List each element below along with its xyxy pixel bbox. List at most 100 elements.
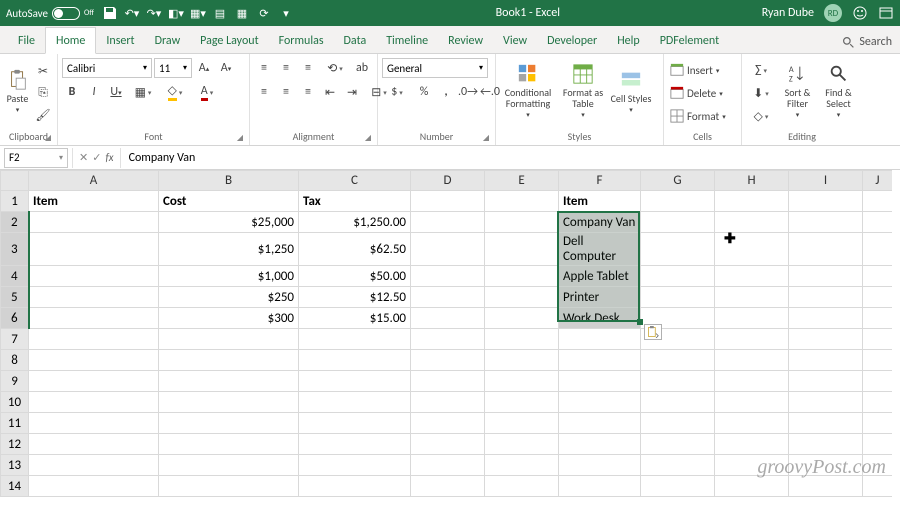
cell-J6[interactable] xyxy=(863,308,893,329)
cell-G3[interactable] xyxy=(641,233,715,266)
cell-B6[interactable]: $300 xyxy=(159,308,299,329)
cell-J9[interactable] xyxy=(863,371,893,392)
cell-I2[interactable] xyxy=(789,212,863,233)
user-avatar[interactable]: RD xyxy=(824,4,842,22)
font-size-select[interactable]: 11▾ xyxy=(154,58,192,78)
cell-F2[interactable]: Company Van xyxy=(559,212,641,233)
row-header-13[interactable]: 13 xyxy=(1,455,29,476)
tab-home[interactable]: Home xyxy=(45,27,96,54)
cell-H1[interactable] xyxy=(715,191,789,212)
cell-B7[interactable] xyxy=(159,329,299,350)
cell-C11[interactable] xyxy=(299,413,411,434)
cell-A6[interactable] xyxy=(29,308,159,329)
font-name-select[interactable]: Calibri▾ xyxy=(62,58,152,78)
tab-page-layout[interactable]: Page Layout xyxy=(190,28,268,53)
tab-review[interactable]: Review xyxy=(438,28,493,53)
alignment-launcher[interactable]: ◢ xyxy=(365,133,371,143)
cell-E11[interactable] xyxy=(485,413,559,434)
qat-icon-4[interactable]: ▦ xyxy=(234,5,250,21)
cell-J11[interactable] xyxy=(863,413,893,434)
qat-icon-1[interactable]: ◧▾ xyxy=(168,5,184,21)
cell-B11[interactable] xyxy=(159,413,299,434)
format-painter-icon[interactable]: 🖌 xyxy=(33,105,53,125)
cell-D4[interactable] xyxy=(411,266,485,287)
tab-formulas[interactable]: Formulas xyxy=(269,28,334,53)
fill-color-button[interactable]: ◇ xyxy=(160,82,190,102)
cell-E9[interactable] xyxy=(485,371,559,392)
cell-A11[interactable] xyxy=(29,413,159,434)
cell-A13[interactable] xyxy=(29,455,159,476)
cell-F8[interactable] xyxy=(559,350,641,371)
delete-cells-button[interactable]: Delete▾ xyxy=(668,83,728,103)
cell-I8[interactable] xyxy=(789,350,863,371)
row-header-11[interactable]: 11 xyxy=(1,413,29,434)
row-header-3[interactable]: 3 xyxy=(1,233,29,266)
cell-C10[interactable] xyxy=(299,392,411,413)
cell-D12[interactable] xyxy=(411,434,485,455)
cell-B3[interactable]: $1,250 xyxy=(159,233,299,266)
increase-decimal-icon[interactable]: .0→ xyxy=(458,82,478,102)
row-header-4[interactable]: 4 xyxy=(1,266,29,287)
cell-D9[interactable] xyxy=(411,371,485,392)
col-header-B[interactable]: B xyxy=(159,171,299,191)
cell-B1[interactable]: Cost xyxy=(159,191,299,212)
cell-F5[interactable]: Printer xyxy=(559,287,641,308)
cell-G1[interactable] xyxy=(641,191,715,212)
cell-G11[interactable] xyxy=(641,413,715,434)
cell-G10[interactable] xyxy=(641,392,715,413)
cell-D2[interactable] xyxy=(411,212,485,233)
font-launcher[interactable]: ◢ xyxy=(237,133,243,143)
redo-icon[interactable]: ↷▾ xyxy=(146,5,162,21)
italic-button[interactable]: I xyxy=(84,82,104,102)
cell-C6[interactable]: $15.00 xyxy=(299,308,411,329)
ribbon-options-icon[interactable] xyxy=(878,5,894,21)
cell-H3[interactable] xyxy=(715,233,789,266)
paste-options-button[interactable] xyxy=(644,324,662,340)
autosave-toggle[interactable]: AutoSave Off xyxy=(6,7,94,20)
clear-button[interactable]: ◇ xyxy=(746,106,776,126)
col-header-D[interactable]: D xyxy=(411,171,485,191)
cell-B10[interactable] xyxy=(159,392,299,413)
cell-F7[interactable] xyxy=(559,329,641,350)
cell-B4[interactable]: $1,000 xyxy=(159,266,299,287)
qat-more-icon[interactable]: ▾ xyxy=(278,5,294,21)
formula-input[interactable]: Company Van xyxy=(121,151,204,165)
cell-F10[interactable] xyxy=(559,392,641,413)
wrap-text-icon[interactable]: ab xyxy=(352,58,372,78)
tab-timeline[interactable]: Timeline xyxy=(376,28,438,53)
cell-G13[interactable] xyxy=(641,455,715,476)
cell-H9[interactable] xyxy=(715,371,789,392)
cell-D13[interactable] xyxy=(411,455,485,476)
number-launcher[interactable]: ◢ xyxy=(483,133,489,143)
refresh-icon[interactable]: ⟳ xyxy=(256,5,272,21)
select-all-corner[interactable] xyxy=(1,171,29,191)
autosave-switch[interactable] xyxy=(52,7,80,20)
cell-I12[interactable] xyxy=(789,434,863,455)
cell-G8[interactable] xyxy=(641,350,715,371)
cell-G14[interactable] xyxy=(641,476,715,497)
tab-help[interactable]: Help xyxy=(607,28,650,53)
cell-E14[interactable] xyxy=(485,476,559,497)
comma-button[interactable]: , xyxy=(436,82,456,102)
cell-C5[interactable]: $12.50 xyxy=(299,287,411,308)
orientation-icon[interactable]: ⟲ xyxy=(320,58,350,78)
cut-icon[interactable]: ✂ xyxy=(33,61,53,81)
cell-D7[interactable] xyxy=(411,329,485,350)
cell-H8[interactable] xyxy=(715,350,789,371)
cell-E10[interactable] xyxy=(485,392,559,413)
align-bottom-icon[interactable]: ≡ xyxy=(298,58,318,78)
cell-F11[interactable] xyxy=(559,413,641,434)
cell-J5[interactable] xyxy=(863,287,893,308)
cell-G12[interactable] xyxy=(641,434,715,455)
cell-F1[interactable]: Item xyxy=(559,191,641,212)
format-as-table-button[interactable]: Format as Table▾ xyxy=(558,58,608,124)
cell-E8[interactable] xyxy=(485,350,559,371)
cell-J12[interactable] xyxy=(863,434,893,455)
number-format-select[interactable]: General▾ xyxy=(382,58,488,78)
cell-A9[interactable] xyxy=(29,371,159,392)
row-header-8[interactable]: 8 xyxy=(1,350,29,371)
cell-I11[interactable] xyxy=(789,413,863,434)
cell-B14[interactable] xyxy=(159,476,299,497)
align-left-icon[interactable]: ≡ xyxy=(254,82,274,102)
cell-D11[interactable] xyxy=(411,413,485,434)
